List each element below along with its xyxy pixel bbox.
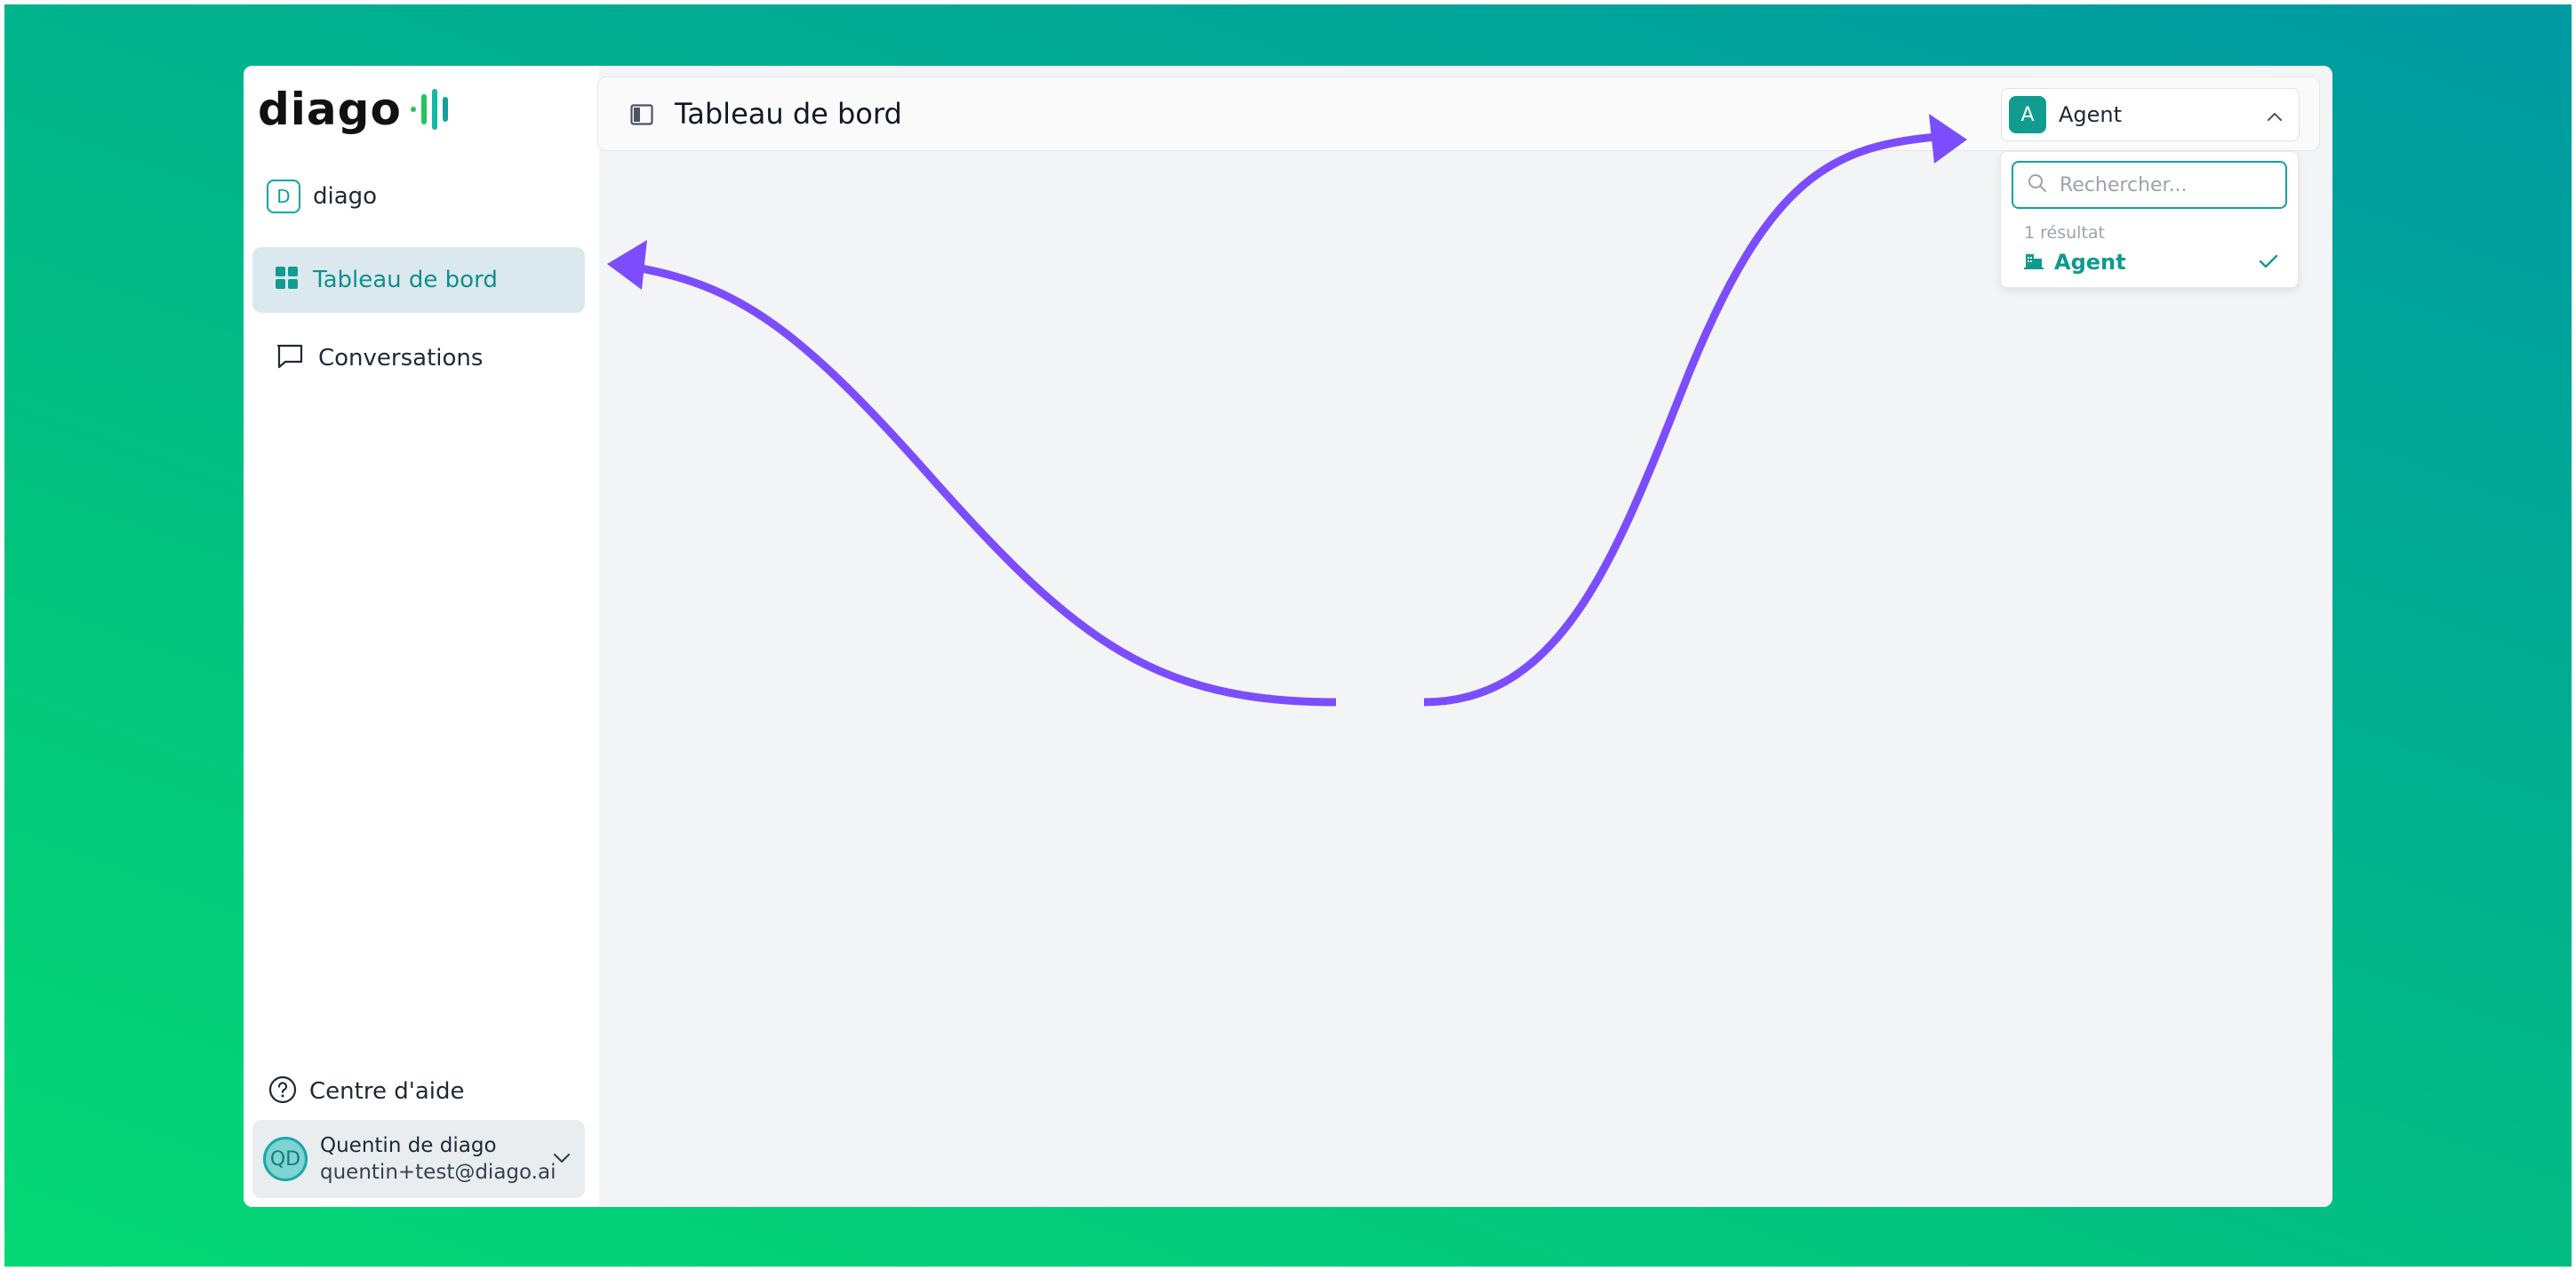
search-icon (2028, 173, 2047, 196)
help-center-label: Centre d'aide (309, 1078, 465, 1105)
avatar: QD (263, 1137, 308, 1181)
option-label: Agent (2054, 250, 2126, 275)
search-input[interactable] (2058, 172, 2275, 197)
dashboard-icon (276, 267, 299, 293)
user-name: Quentin de diago (320, 1134, 497, 1157)
sidebar-item-dashboard[interactable]: Tableau de bord (252, 247, 585, 313)
dropdown-option-agent[interactable]: Agent (2024, 246, 2282, 278)
agent-selector[interactable]: A Agent (2001, 88, 2300, 141)
help-center-link[interactable]: Centre d'aide (268, 1075, 465, 1107)
sidebar-item-label: Tableau de bord (313, 267, 498, 293)
toggle-sidebar-icon[interactable] (630, 104, 653, 129)
logo-wave-icon (410, 89, 448, 130)
user-info: Quentin de diago quentin+test@diago.ai (320, 1134, 556, 1184)
top-bar: Tableau de bord A Agent (597, 76, 2320, 151)
app-window: diago D diago Tableau de bord Conversati… (244, 66, 2332, 1207)
user-email: quentin+test@diago.ai (320, 1161, 556, 1184)
sidebar-item-conversations[interactable]: Conversations (252, 325, 585, 391)
search-field[interactable] (2012, 161, 2287, 209)
sidebar-item-label: Conversations (318, 345, 484, 372)
chevron-down-icon (553, 1150, 571, 1167)
result-count: 1 résultat (2024, 223, 2105, 243)
agent-dropdown: 1 résultat Agent (2000, 151, 2299, 288)
page-title: Tableau de bord (675, 97, 902, 131)
chat-icon (276, 343, 304, 373)
organization-name: diago (313, 183, 378, 210)
sidebar: diago D diago Tableau de bord Conversati… (244, 66, 599, 1207)
help-circle-icon (268, 1075, 297, 1107)
organization-badge: D (267, 180, 300, 213)
building-icon (2024, 252, 2044, 273)
diago-logo[interactable]: diago (258, 84, 448, 135)
agent-badge: A (2009, 96, 2046, 133)
user-menu[interactable]: QD Quentin de diago quentin+test@diago.a… (252, 1120, 585, 1198)
organization-switcher[interactable]: D diago (267, 180, 377, 213)
agent-selector-label: Agent (2059, 102, 2123, 127)
logo-text: diago (258, 84, 402, 135)
check-icon (2259, 253, 2278, 273)
chevron-up-icon (2267, 108, 2283, 125)
